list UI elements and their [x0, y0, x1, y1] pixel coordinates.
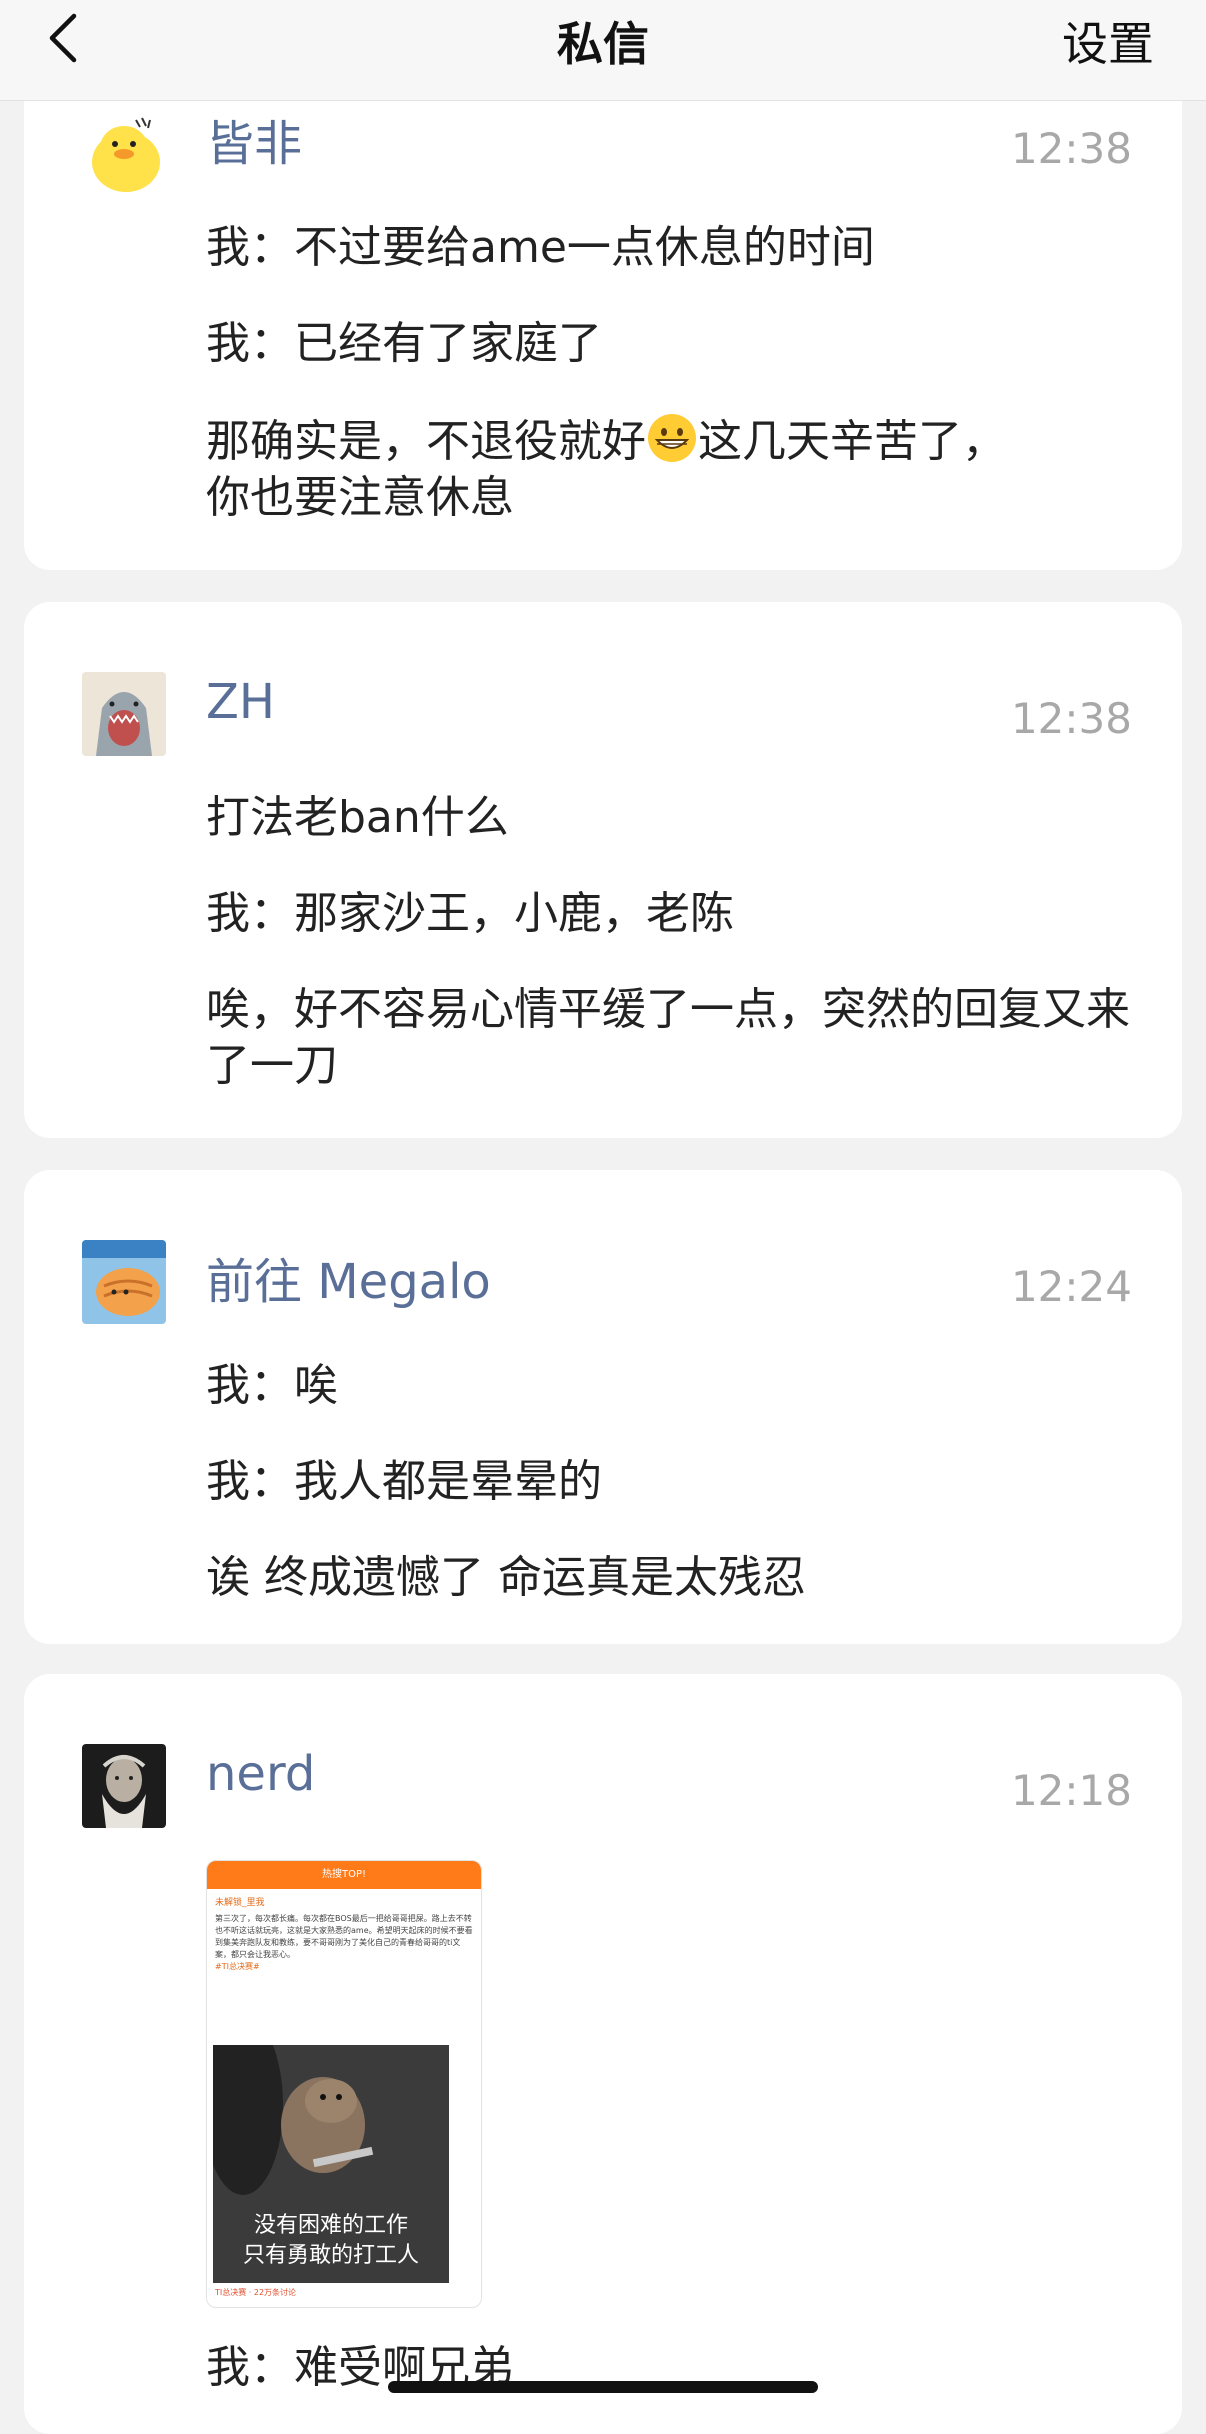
shared-image-text: 第三次了，每次都长痛。每次都在BOS最后一把给哥哥把屎。路上去不转也不听这话就玩… — [215, 1914, 473, 1959]
shared-image-user: 未解锁_里我 — [215, 1898, 265, 1908]
home-indicator[interactable] — [388, 2381, 818, 2393]
message-text: 唉，好不容易心情平缓了一点，突然的回复又来了一刀 — [206, 984, 1130, 1091]
contact-name: ZH — [206, 674, 275, 730]
shark-avatar-icon — [82, 672, 166, 756]
avatar[interactable] — [82, 672, 166, 756]
bearded-man-avatar-icon — [82, 1744, 166, 1828]
message-text: 我：不过要给ame一点休息的时间 — [206, 222, 875, 273]
message-time: 12:38 — [1010, 694, 1132, 743]
grinning-face-icon — [646, 412, 698, 464]
cat-meme-image: 没有困难的工作 只有勇敢的打工人 — [213, 2045, 449, 2283]
message-time: 12:38 — [1010, 124, 1132, 173]
conversation-card[interactable]: ZH 12:38 打法老ban什么 我：那家沙王，小鹿，老陈 唉，好不容易心情平… — [24, 602, 1182, 1138]
shared-image[interactable]: 热搜TOP! 未解锁_里我 第三次了，每次都长痛。每次都在BOS最后一把给哥哥把… — [206, 1860, 482, 2308]
shared-image-body: 第三次了，每次都长痛。每次都在BOS最后一把给哥哥把屎。路上去不转也不听这话就玩… — [215, 1913, 473, 1973]
avatar[interactable] — [82, 1744, 166, 1828]
message-time: 12:24 — [1010, 1262, 1132, 1311]
message-text: 我：我人都是晕晕的 — [206, 1456, 602, 1507]
message-time: 12:18 — [1010, 1766, 1132, 1815]
avatar[interactable] — [82, 1240, 166, 1324]
duck-avatar-icon — [82, 110, 166, 194]
page-title: 私信 — [557, 17, 649, 71]
contact-name: nerd — [206, 1746, 316, 1802]
reply-text-part: 那确实是，不退役就好 — [206, 416, 646, 467]
conversation-card[interactable]: 皆非 12:38 我：不过要给ame一点休息的时间 我：已经有了家庭了 那确实是… — [24, 60, 1182, 570]
message-text: 诶 终成遗憾了 命运真是太残忍 — [206, 1552, 806, 1603]
message-text: 我：已经有了家庭了 — [206, 318, 602, 369]
message-reply: 那确实是，不退役就好 这几天辛苦了，你也要注意休息 — [206, 412, 1046, 526]
navigation-bar: 私信 设置 — [0, 0, 1206, 101]
conversation-card[interactable]: nerd 12:18 热搜TOP! 未解锁_里我 第三次了，每次都长痛。每次都在… — [24, 1674, 1182, 2434]
settings-button[interactable]: 设置 — [1062, 8, 1154, 74]
message-text: 打法老ban什么 — [206, 792, 509, 843]
contact-name: 皆非 — [206, 116, 303, 172]
message-text: 我：唉 — [206, 1360, 338, 1411]
meme-caption-line: 没有困难的工作 — [253, 2213, 408, 2238]
shared-image-header: 热搜TOP! — [207, 1861, 481, 1889]
message-text: 我：那家沙王，小鹿，老陈 — [206, 888, 734, 939]
contact-name: 前往 Megalo — [206, 1254, 491, 1310]
conversation-card[interactable]: 前往 Megalo 12:24 我：唉 我：我人都是晕晕的 诶 终成遗憾了 命运… — [24, 1170, 1182, 1644]
shared-image-footer: TI总决赛 · 22万条讨论 — [215, 2288, 297, 2297]
avatar[interactable] — [82, 110, 166, 194]
meme-caption-line: 只有勇敢的打工人 — [242, 2243, 419, 2268]
cat-avatar-icon — [82, 1240, 166, 1324]
shared-image-hashtag: #TI总决赛# — [215, 1962, 260, 1971]
